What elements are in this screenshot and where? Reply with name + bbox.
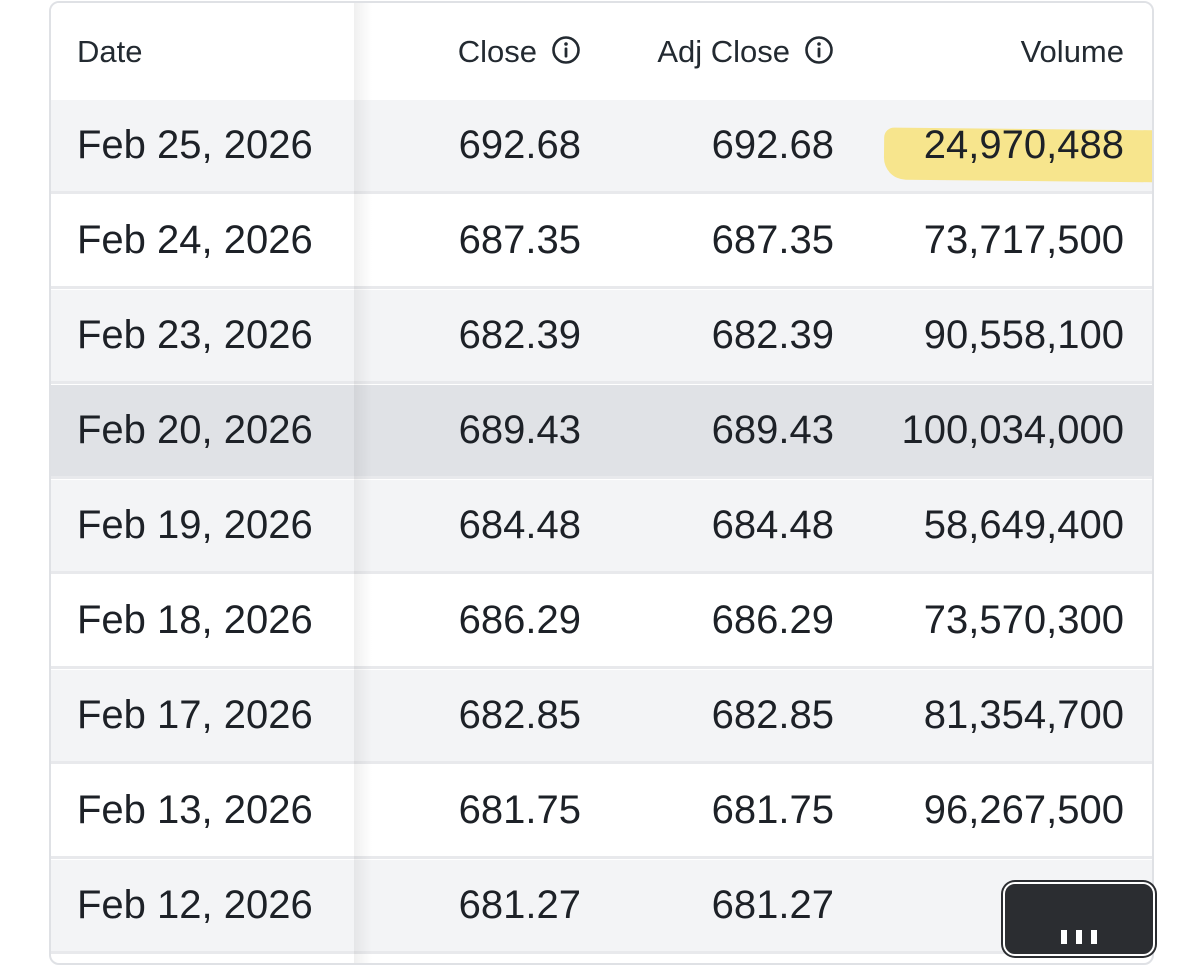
date-cell-text: Feb 25, 2026 xyxy=(77,123,313,167)
volume-cell-text: 81,354,700 xyxy=(923,693,1124,737)
close-cell-text: 689.43 xyxy=(458,408,581,452)
date-cell: Feb 20, 2026 xyxy=(51,385,354,476)
date-cell-text: Feb 24, 2026 xyxy=(77,218,313,262)
header-adj-close[interactable]: Adj Close xyxy=(581,3,834,100)
date-cell: Feb 19, 2026 xyxy=(51,480,354,571)
header-close-label: Close xyxy=(457,33,537,69)
date-cell-text: Feb 17, 2026 xyxy=(77,693,313,737)
close-cell-text: 681.75 xyxy=(458,788,581,832)
close-cell-text: 687.35 xyxy=(458,218,581,262)
close-cell: 686.29 xyxy=(354,575,581,666)
volume-cell: 81,354,700 xyxy=(834,670,1124,761)
adj-close-cell-text: 689.43 xyxy=(711,408,834,452)
close-cell: 689.43 xyxy=(354,385,581,476)
adj-close-cell: 681.75 xyxy=(581,765,834,856)
date-cell: Feb 25, 2026 xyxy=(51,100,354,191)
volume-cell-text: 90,558,100 xyxy=(923,313,1124,357)
adj-close-cell: 682.39 xyxy=(581,290,834,381)
volume-cell: 58,649,400 xyxy=(834,480,1124,571)
volume-cell: 73,717,500 xyxy=(834,195,1124,286)
volume-cell-text: 58,649,400 xyxy=(923,503,1124,547)
volume-cell-text: 73,717,500 xyxy=(923,218,1124,262)
date-cell: Feb 18, 2026 xyxy=(51,575,354,666)
close-cell-text: 682.85 xyxy=(458,693,581,737)
table-row[interactable]: Feb 12, 2026681.27681.27118,82 xyxy=(51,860,1152,954)
close-cell-text: 684.48 xyxy=(458,503,581,547)
table-row[interactable]: Feb 19, 2026 684.48 684.48 58,649,400 xyxy=(51,480,1152,574)
table-row[interactable]: Feb 13, 2026 681.75 681.75 96,267,500 xyxy=(51,765,1152,859)
date-cell-text: Feb 13, 2026 xyxy=(77,788,313,832)
adj-close-cell: 689.43 xyxy=(581,385,834,476)
volume-cell: 100,034,000 xyxy=(834,385,1124,476)
volume-cell: 73,570,300 xyxy=(834,575,1124,666)
adj-close-cell: 682.85 xyxy=(581,670,834,761)
close-cell: 682.85 xyxy=(354,670,581,761)
date-cell-text: Feb 12, 2026 xyxy=(77,883,313,927)
header-close[interactable]: Close xyxy=(354,3,581,100)
date-cell-text: Feb 23, 2026 xyxy=(77,313,313,357)
date-cell: Feb 24, 2026 xyxy=(51,195,354,286)
volume-cell-text: 96,267,500 xyxy=(923,788,1124,832)
adj-close-cell-text: 687.35 xyxy=(711,218,834,262)
table-row[interactable]: Feb 20, 2026 689.43 689.43 100,034,000 xyxy=(51,385,1152,479)
table-row[interactable]: Feb 23, 2026 682.39 682.39 90,558,100 xyxy=(51,290,1152,384)
header-volume[interactable]: Volume xyxy=(834,3,1124,100)
adj-close-cell: 684.48 xyxy=(581,480,834,571)
volume-cell-text: 73,570,300 xyxy=(923,598,1124,642)
close-cell: 684.48 xyxy=(354,480,581,571)
volume-cell: 90,558,100 xyxy=(834,290,1124,381)
date-cell: Feb 12, 2026 xyxy=(51,860,354,951)
adj-close-cell-text: 682.85 xyxy=(711,693,834,737)
adj-close-cell: 686.29 xyxy=(581,575,834,666)
table-header-row: Date Close Adj Close Volume xyxy=(51,3,1152,100)
adj-close-cell-text: 692.68 xyxy=(711,123,834,167)
close-cell: 681.75 xyxy=(354,765,581,856)
date-cell: Feb 17, 2026 xyxy=(51,670,354,761)
table-row[interactable]: Feb 18, 2026 686.29 686.29 73,570,300 xyxy=(51,575,1152,669)
volume-cell-text: 24,970,488 xyxy=(923,123,1124,167)
header-date[interactable]: Date xyxy=(51,3,354,100)
adj-close-cell-text: 686.29 xyxy=(711,598,834,642)
close-cell: 681.27 xyxy=(354,860,581,951)
adj-close-cell-text: 684.48 xyxy=(711,503,834,547)
close-cell: 682.39 xyxy=(354,290,581,381)
date-cell-text: Feb 18, 2026 xyxy=(77,598,313,642)
close-cell: 687.35 xyxy=(354,195,581,286)
table-row[interactable]: Feb 17, 2026 682.85 682.85 81,354,700 xyxy=(51,670,1152,764)
table-row[interactable]: Feb 24, 2026 687.35 687.35 73,717,500 xyxy=(51,195,1152,289)
adj-close-cell-text: 682.39 xyxy=(711,313,834,357)
close-cell-text: 681.27 xyxy=(458,883,581,927)
date-cell-text: Feb 19, 2026 xyxy=(77,503,313,547)
volume-cell-text: 100,034,000 xyxy=(901,408,1124,452)
volume-cell: 96,267,500 xyxy=(834,765,1124,856)
close-cell-text: 686.29 xyxy=(458,598,581,642)
floating-menu-button[interactable] xyxy=(1003,882,1155,956)
bars-icon xyxy=(1061,930,1097,944)
info-circle-icon[interactable] xyxy=(551,35,581,65)
close-cell-text: 682.39 xyxy=(458,313,581,357)
historical-prices-table: Date Close Adj Close Volume Feb 25, 2026… xyxy=(49,1,1154,965)
adj-close-cell-text: 681.27 xyxy=(711,883,834,927)
adj-close-cell-text: 681.75 xyxy=(711,788,834,832)
date-cell: Feb 13, 2026 xyxy=(51,765,354,856)
date-cell-text: Feb 20, 2026 xyxy=(77,408,313,452)
adj-close-cell: 692.68 xyxy=(581,100,834,191)
close-cell-text: 692.68 xyxy=(458,123,581,167)
close-cell: 692.68 xyxy=(354,100,581,191)
adj-close-cell: 687.35 xyxy=(581,195,834,286)
adj-close-cell: 681.27 xyxy=(581,860,834,951)
header-adj-close-label: Adj Close xyxy=(657,33,790,69)
info-circle-icon[interactable] xyxy=(804,35,834,65)
date-cell: Feb 23, 2026 xyxy=(51,290,354,381)
